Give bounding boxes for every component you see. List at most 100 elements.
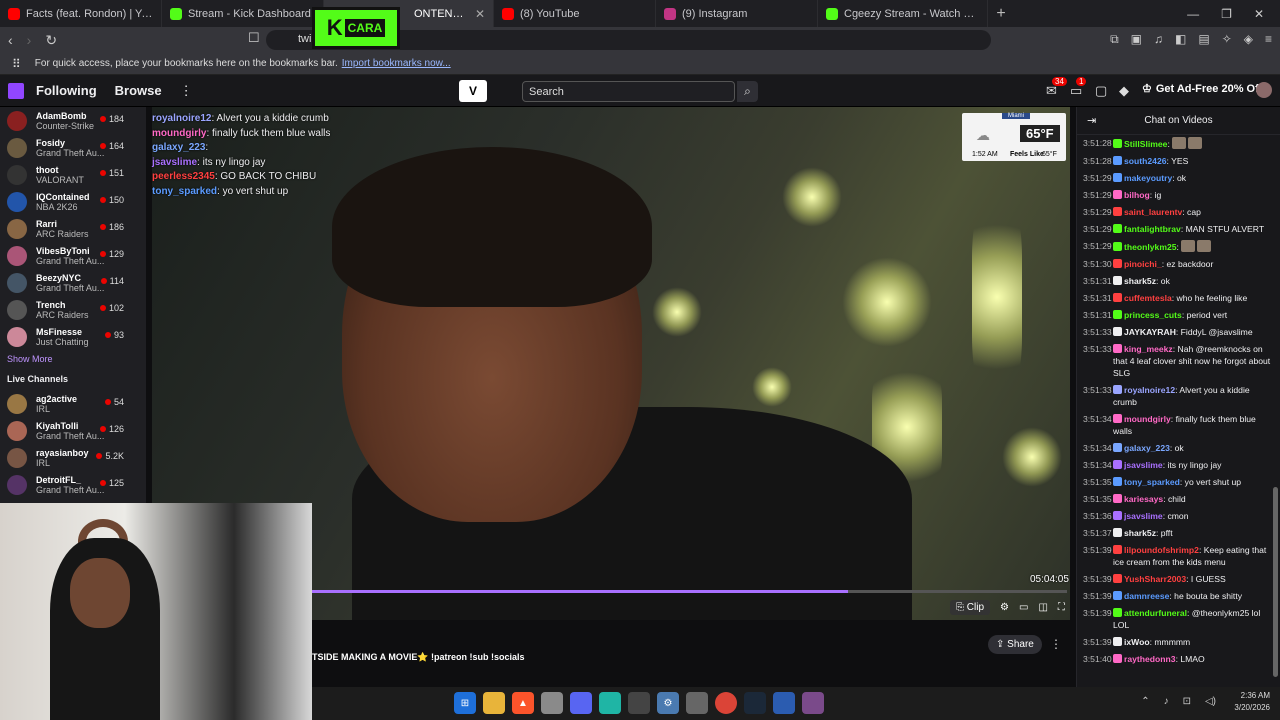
- brave-icon[interactable]: ▲: [512, 692, 534, 714]
- ai-icon[interactable]: ✧: [1222, 32, 1232, 47]
- minimize-icon[interactable]: —: [1187, 7, 1199, 21]
- settings-app-icon[interactable]: ⚙: [657, 692, 679, 714]
- app-icon[interactable]: [802, 692, 824, 714]
- more-menu-icon[interactable]: ⋮: [180, 83, 193, 99]
- browser-tab[interactable]: Cgeezy Stream - Watch Live on Kick: [818, 0, 988, 27]
- sidebar-icon[interactable]: ◧: [1175, 32, 1186, 47]
- channel-item[interactable]: thoot VALORANT 151: [0, 161, 146, 188]
- channel-item[interactable]: IQContained NBA 2K26 150: [0, 188, 146, 215]
- chat-username[interactable]: princess_cuts: [1124, 310, 1182, 320]
- extensions-icon[interactable]: ⧉: [1110, 32, 1119, 47]
- channel-item[interactable]: BeezyNYC Grand Theft Au... 114: [0, 269, 146, 296]
- fullscreen-icon[interactable]: ⛶: [1058, 602, 1065, 613]
- chat-username[interactable]: bilhog: [1124, 190, 1150, 200]
- chat-username[interactable]: attendurfuneral: [1124, 608, 1187, 618]
- nav-following[interactable]: Following: [36, 83, 97, 98]
- bookmark-icon[interactable]: ☐: [248, 30, 260, 46]
- chat-username[interactable]: StillSlimee: [1124, 139, 1167, 149]
- ad-free-button[interactable]: ♔ Get Ad-Free 20% Off: [1142, 82, 1262, 96]
- notifications-icon[interactable]: ✉ 34: [1046, 77, 1067, 99]
- nav-browse[interactable]: Browse: [115, 83, 162, 98]
- browser-tab[interactable]: (8) YouTube: [494, 0, 656, 27]
- chat-username[interactable]: JAYKAYRAH: [1124, 327, 1176, 337]
- chat-username[interactable]: cuffemtesla: [1124, 293, 1172, 303]
- file-explorer-icon[interactable]: [483, 692, 505, 714]
- chat-username[interactable]: south2426: [1124, 156, 1167, 166]
- close-tab-icon[interactable]: ✕: [475, 7, 485, 21]
- steam-icon[interactable]: [744, 692, 766, 714]
- chat-username[interactable]: damnreese: [1124, 591, 1169, 601]
- channel-item[interactable]: rayasianboy IRL 5.2K: [0, 444, 146, 471]
- chat-username[interactable]: lilpoundofshrimp2: [1124, 545, 1199, 555]
- discord-icon[interactable]: [570, 692, 592, 714]
- chat-username[interactable]: moundgirly: [1124, 414, 1171, 424]
- more-options-icon[interactable]: ⋮: [1050, 637, 1062, 651]
- chat-scrollbar[interactable]: [1273, 487, 1278, 677]
- browser-tab[interactable]: Stream - Kick Dashboard: [162, 0, 324, 27]
- prime-icon[interactable]: ◆: [1119, 83, 1129, 99]
- chat-username[interactable]: theonlykm25: [1124, 242, 1177, 252]
- chat-username[interactable]: shark5z: [1124, 276, 1156, 286]
- chat-username[interactable]: makeyoutry: [1124, 173, 1172, 183]
- app-icon[interactable]: [541, 692, 563, 714]
- channel-item[interactable]: DetroitFL_ Grand Theft Au... 125: [0, 471, 146, 498]
- chat-username[interactable]: YushSharr2003: [1124, 574, 1186, 584]
- video-progress-bar[interactable]: [312, 590, 1067, 593]
- theatre-mode-icon[interactable]: ▭: [1019, 602, 1028, 613]
- chat-username[interactable]: saint_laurentv: [1124, 207, 1182, 217]
- chat-username[interactable]: raythedonn3: [1124, 654, 1176, 664]
- screenshot-icon[interactable]: ▣: [1131, 32, 1142, 47]
- chat-username[interactable]: shark5z: [1124, 528, 1156, 538]
- menu-icon[interactable]: ≡: [1265, 32, 1272, 47]
- back-icon[interactable]: ‹: [8, 32, 13, 48]
- search-icon[interactable]: ⌕: [737, 81, 758, 102]
- chat-username[interactable]: tony_sparked: [1124, 477, 1180, 487]
- channel-item[interactable]: Rarri ARC Raiders 186: [0, 215, 146, 242]
- channel-item[interactable]: VibesByToni Grand Theft Au... 129: [0, 242, 146, 269]
- browser-tab[interactable]: (9) Instagram: [656, 0, 818, 27]
- app-icon[interactable]: [686, 692, 708, 714]
- user-avatar[interactable]: [1256, 82, 1272, 98]
- chat-username[interactable]: king_meekz: [1124, 344, 1173, 354]
- mic-icon[interactable]: ♪: [1164, 696, 1169, 707]
- volume-icon[interactable]: ◁): [1205, 696, 1216, 707]
- media-icon[interactable]: ♫: [1154, 32, 1163, 47]
- share-button[interactable]: ⇪ Share: [988, 635, 1042, 654]
- start-icon[interactable]: ⊞: [454, 692, 476, 714]
- show-more-link[interactable]: Show More: [0, 350, 146, 368]
- channel-item[interactable]: ag2active IRL 54: [0, 390, 146, 417]
- search-input[interactable]: Search: [522, 81, 735, 102]
- collapse-chat-icon[interactable]: ⇥: [1087, 114, 1096, 127]
- chat-username[interactable]: kariesays: [1124, 494, 1163, 504]
- obs-icon[interactable]: [628, 692, 650, 714]
- channel-item[interactable]: Trench ARC Raiders 102: [0, 296, 146, 323]
- wallet-icon[interactable]: ▤: [1198, 32, 1209, 47]
- forward-icon[interactable]: ›: [27, 32, 32, 48]
- sidebar-toggle-icon[interactable]: ◫: [1038, 602, 1047, 613]
- twitch-logo-icon[interactable]: [8, 82, 24, 99]
- chat-username[interactable]: fantalightbrav: [1124, 224, 1181, 234]
- extension-logo-icon[interactable]: V: [459, 80, 487, 102]
- reload-icon[interactable]: ↻: [45, 32, 57, 49]
- browser-tab[interactable]: Facts (feat. Rondon) | YouTube M: [0, 0, 162, 27]
- chat-username[interactable]: ixWoo: [1124, 637, 1150, 647]
- chat-username[interactable]: pinoichi_: [1124, 259, 1162, 269]
- chat-username[interactable]: royalnoire12: [1124, 385, 1175, 395]
- clip-button[interactable]: ⎘ Clip: [950, 600, 991, 615]
- app-icon[interactable]: [773, 692, 795, 714]
- whispers-icon[interactable]: ▢: [1095, 83, 1107, 99]
- chrome-icon[interactable]: [715, 692, 737, 714]
- maximize-icon[interactable]: ❐: [1221, 7, 1232, 21]
- clock[interactable]: 2:36 AM 3/20/2026: [1234, 690, 1270, 714]
- import-bookmarks-link[interactable]: Import bookmarks now...: [342, 58, 451, 69]
- new-tab-button[interactable]: +: [988, 5, 1014, 23]
- apps-icon[interactable]: ⠿: [12, 57, 21, 71]
- network-icon[interactable]: ⊡: [1183, 696, 1191, 707]
- app-icon[interactable]: [599, 692, 621, 714]
- channel-item[interactable]: AdamBomb Counter-Strike 184: [0, 107, 146, 134]
- settings-icon[interactable]: ⚙: [1000, 602, 1009, 613]
- close-window-icon[interactable]: ✕: [1254, 7, 1264, 21]
- channel-item[interactable]: Fosidy Grand Theft Au... 164: [0, 134, 146, 161]
- chat-username[interactable]: galaxy_223: [1124, 443, 1170, 453]
- chat-username[interactable]: jsavslime: [1124, 460, 1163, 470]
